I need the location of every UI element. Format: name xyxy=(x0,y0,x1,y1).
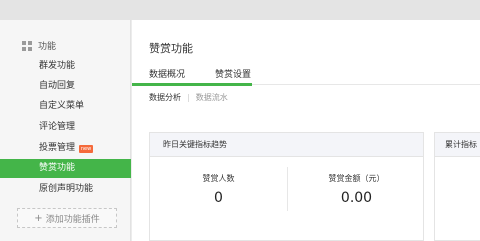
sidebar-item-appreciation[interactable]: 赞赏功能 xyxy=(0,159,131,178)
sidebar-item-comments[interactable]: 评论管理 xyxy=(0,118,131,137)
main-panel: 赞赏功能 数据概况 赞赏设置 数据分析 | 数据流水 昨日关键指标趋势 赞赏人数… xyxy=(132,20,480,241)
sidebar-item-custom-menu[interactable]: 自定义菜单 xyxy=(0,97,131,116)
stat-amount: 赞赏金额（元） 0.00 xyxy=(288,173,425,206)
sidebar-item-label: 原创声明功能 xyxy=(39,184,94,194)
sidebar-item-label: 群发功能 xyxy=(39,61,76,71)
sidebar-item-mass-send[interactable]: 群发功能 xyxy=(0,57,131,76)
yesterday-metrics-card: 昨日关键指标趋势 赞赏人数 0 赞赏金额（元） 0.00 xyxy=(149,132,424,241)
sidebar-item-original-declaration[interactable]: 原创声明功能 xyxy=(0,180,131,199)
subtab-separator: | xyxy=(187,93,190,102)
active-tab-indicator xyxy=(132,83,252,86)
card-title: 昨日关键指标趋势 xyxy=(150,133,423,157)
sidebar-item-label: 自动回复 xyxy=(39,81,76,91)
sidebar: 功能 群发功能 自动回复 自定义菜单 评论管理 投票管理 new 赞赏功能 原创… xyxy=(0,20,131,241)
stat-label: 赞赏人数 xyxy=(202,174,235,183)
grid-icon xyxy=(22,40,32,51)
stat-label: 赞赏金额（元） xyxy=(328,174,385,183)
stat-value: 0.00 xyxy=(340,190,373,206)
cumulative-metrics-card: 累计指标 xyxy=(434,132,480,241)
subtab-bar: 数据分析 | 数据流水 xyxy=(149,92,228,103)
sidebar-item-label: 赞赏功能 xyxy=(39,163,76,173)
app-window: 功能 群发功能 自动回复 自定义菜单 评论管理 投票管理 new 赞赏功能 原创… xyxy=(0,0,480,241)
sidebar-header-label: 功能 xyxy=(38,42,57,52)
sidebar-item-auto-reply[interactable]: 自动回复 xyxy=(0,77,131,96)
sidebar-item-label: 自定义菜单 xyxy=(39,101,85,111)
sidebar-item-voting[interactable]: 投票管理 new xyxy=(0,139,131,158)
sidebar-item-label: 投票管理 xyxy=(39,143,76,153)
stat-appreciators: 赞赏人数 0 xyxy=(150,173,287,206)
sidebar-header: 功能 xyxy=(22,39,56,52)
plus-icon: + xyxy=(34,212,43,224)
page-title: 赞赏功能 xyxy=(149,42,193,55)
subtab-data-analysis[interactable]: 数据分析 xyxy=(149,92,181,103)
add-plugin-button[interactable]: + 添加功能插件 xyxy=(17,208,117,228)
add-plugin-label: 添加功能插件 xyxy=(45,214,100,225)
stat-value: 0 xyxy=(214,190,223,206)
top-strip xyxy=(0,0,480,20)
sidebar-item-label: 评论管理 xyxy=(39,122,76,132)
subtab-data-flow[interactable]: 数据流水 xyxy=(196,92,228,103)
new-badge: new xyxy=(79,144,94,153)
card-title: 累计指标 xyxy=(435,133,480,157)
